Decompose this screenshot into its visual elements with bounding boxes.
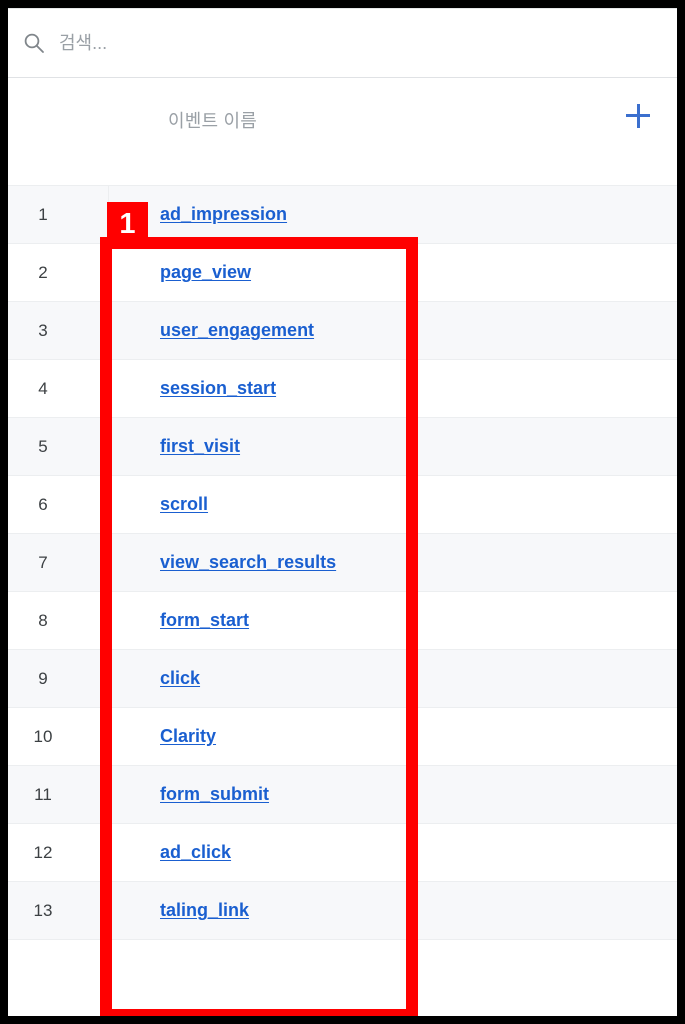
device-frame: 이벤트 이름 1 ad_impression 2 page_view 3 use… <box>0 0 685 1024</box>
column-divider <box>108 650 109 707</box>
event-name-link[interactable]: form_submit <box>160 784 269 805</box>
table-row[interactable]: 11 form_submit <box>8 766 677 824</box>
app-viewport: 이벤트 이름 1 ad_impression 2 page_view 3 use… <box>8 8 677 1016</box>
column-divider <box>108 882 109 939</box>
event-name-link[interactable]: click <box>160 668 200 689</box>
add-button[interactable] <box>617 95 659 137</box>
table-row[interactable]: 3 user_engagement <box>8 302 677 360</box>
row-index: 7 <box>38 552 48 572</box>
row-index: 8 <box>38 610 48 630</box>
plus-icon <box>626 104 650 128</box>
table-row[interactable]: 13 taling_link <box>8 882 677 940</box>
row-index: 5 <box>38 436 48 456</box>
column-header-event-name: 이벤트 이름 <box>168 111 258 131</box>
row-index: 13 <box>33 900 53 920</box>
table-row[interactable]: 10 Clarity <box>8 708 677 766</box>
column-divider <box>108 360 109 417</box>
row-index: 1 <box>38 204 48 224</box>
event-name-link[interactable]: Clarity <box>160 726 216 747</box>
column-divider <box>108 824 109 881</box>
row-index: 9 <box>38 668 48 688</box>
search-icon <box>23 32 45 54</box>
table-row[interactable]: 6 scroll <box>8 476 677 534</box>
event-name-link[interactable]: form_start <box>160 610 249 631</box>
row-index: 3 <box>38 320 48 340</box>
table-header: 이벤트 이름 <box>8 78 677 186</box>
event-name-link[interactable]: page_view <box>160 262 251 283</box>
column-divider <box>108 418 109 475</box>
table-row[interactable]: 8 form_start <box>8 592 677 650</box>
column-divider <box>108 476 109 533</box>
event-name-table: 1 ad_impression 2 page_view 3 user_engag… <box>8 186 677 940</box>
event-name-link[interactable]: view_search_results <box>160 552 336 573</box>
event-name-link[interactable]: user_engagement <box>160 320 314 341</box>
event-name-link[interactable]: scroll <box>160 494 208 515</box>
column-divider <box>108 708 109 765</box>
row-index: 10 <box>33 726 53 746</box>
search-bar[interactable] <box>8 8 677 78</box>
event-name-link[interactable]: ad_click <box>160 842 231 863</box>
table-row[interactable]: 4 session_start <box>8 360 677 418</box>
table-row[interactable]: 1 ad_impression <box>8 186 677 244</box>
row-index: 2 <box>38 262 48 282</box>
column-divider <box>108 766 109 823</box>
row-index: 6 <box>38 494 48 514</box>
row-index: 12 <box>33 842 53 862</box>
column-divider <box>108 186 109 243</box>
event-name-link[interactable]: first_visit <box>160 436 240 457</box>
search-input[interactable] <box>59 32 539 54</box>
table-row[interactable]: 5 first_visit <box>8 418 677 476</box>
column-divider <box>108 592 109 649</box>
table-row[interactable]: 7 view_search_results <box>8 534 677 592</box>
column-divider <box>108 244 109 301</box>
event-name-link[interactable]: taling_link <box>160 900 249 921</box>
event-name-link[interactable]: session_start <box>160 378 276 399</box>
row-index: 4 <box>38 378 48 398</box>
table-row[interactable]: 2 page_view <box>8 244 677 302</box>
column-divider <box>108 534 109 591</box>
table-row[interactable]: 9 click <box>8 650 677 708</box>
event-name-link[interactable]: ad_impression <box>160 204 287 225</box>
column-divider <box>108 302 109 359</box>
row-index: 11 <box>34 784 52 804</box>
table-row[interactable]: 12 ad_click <box>8 824 677 882</box>
